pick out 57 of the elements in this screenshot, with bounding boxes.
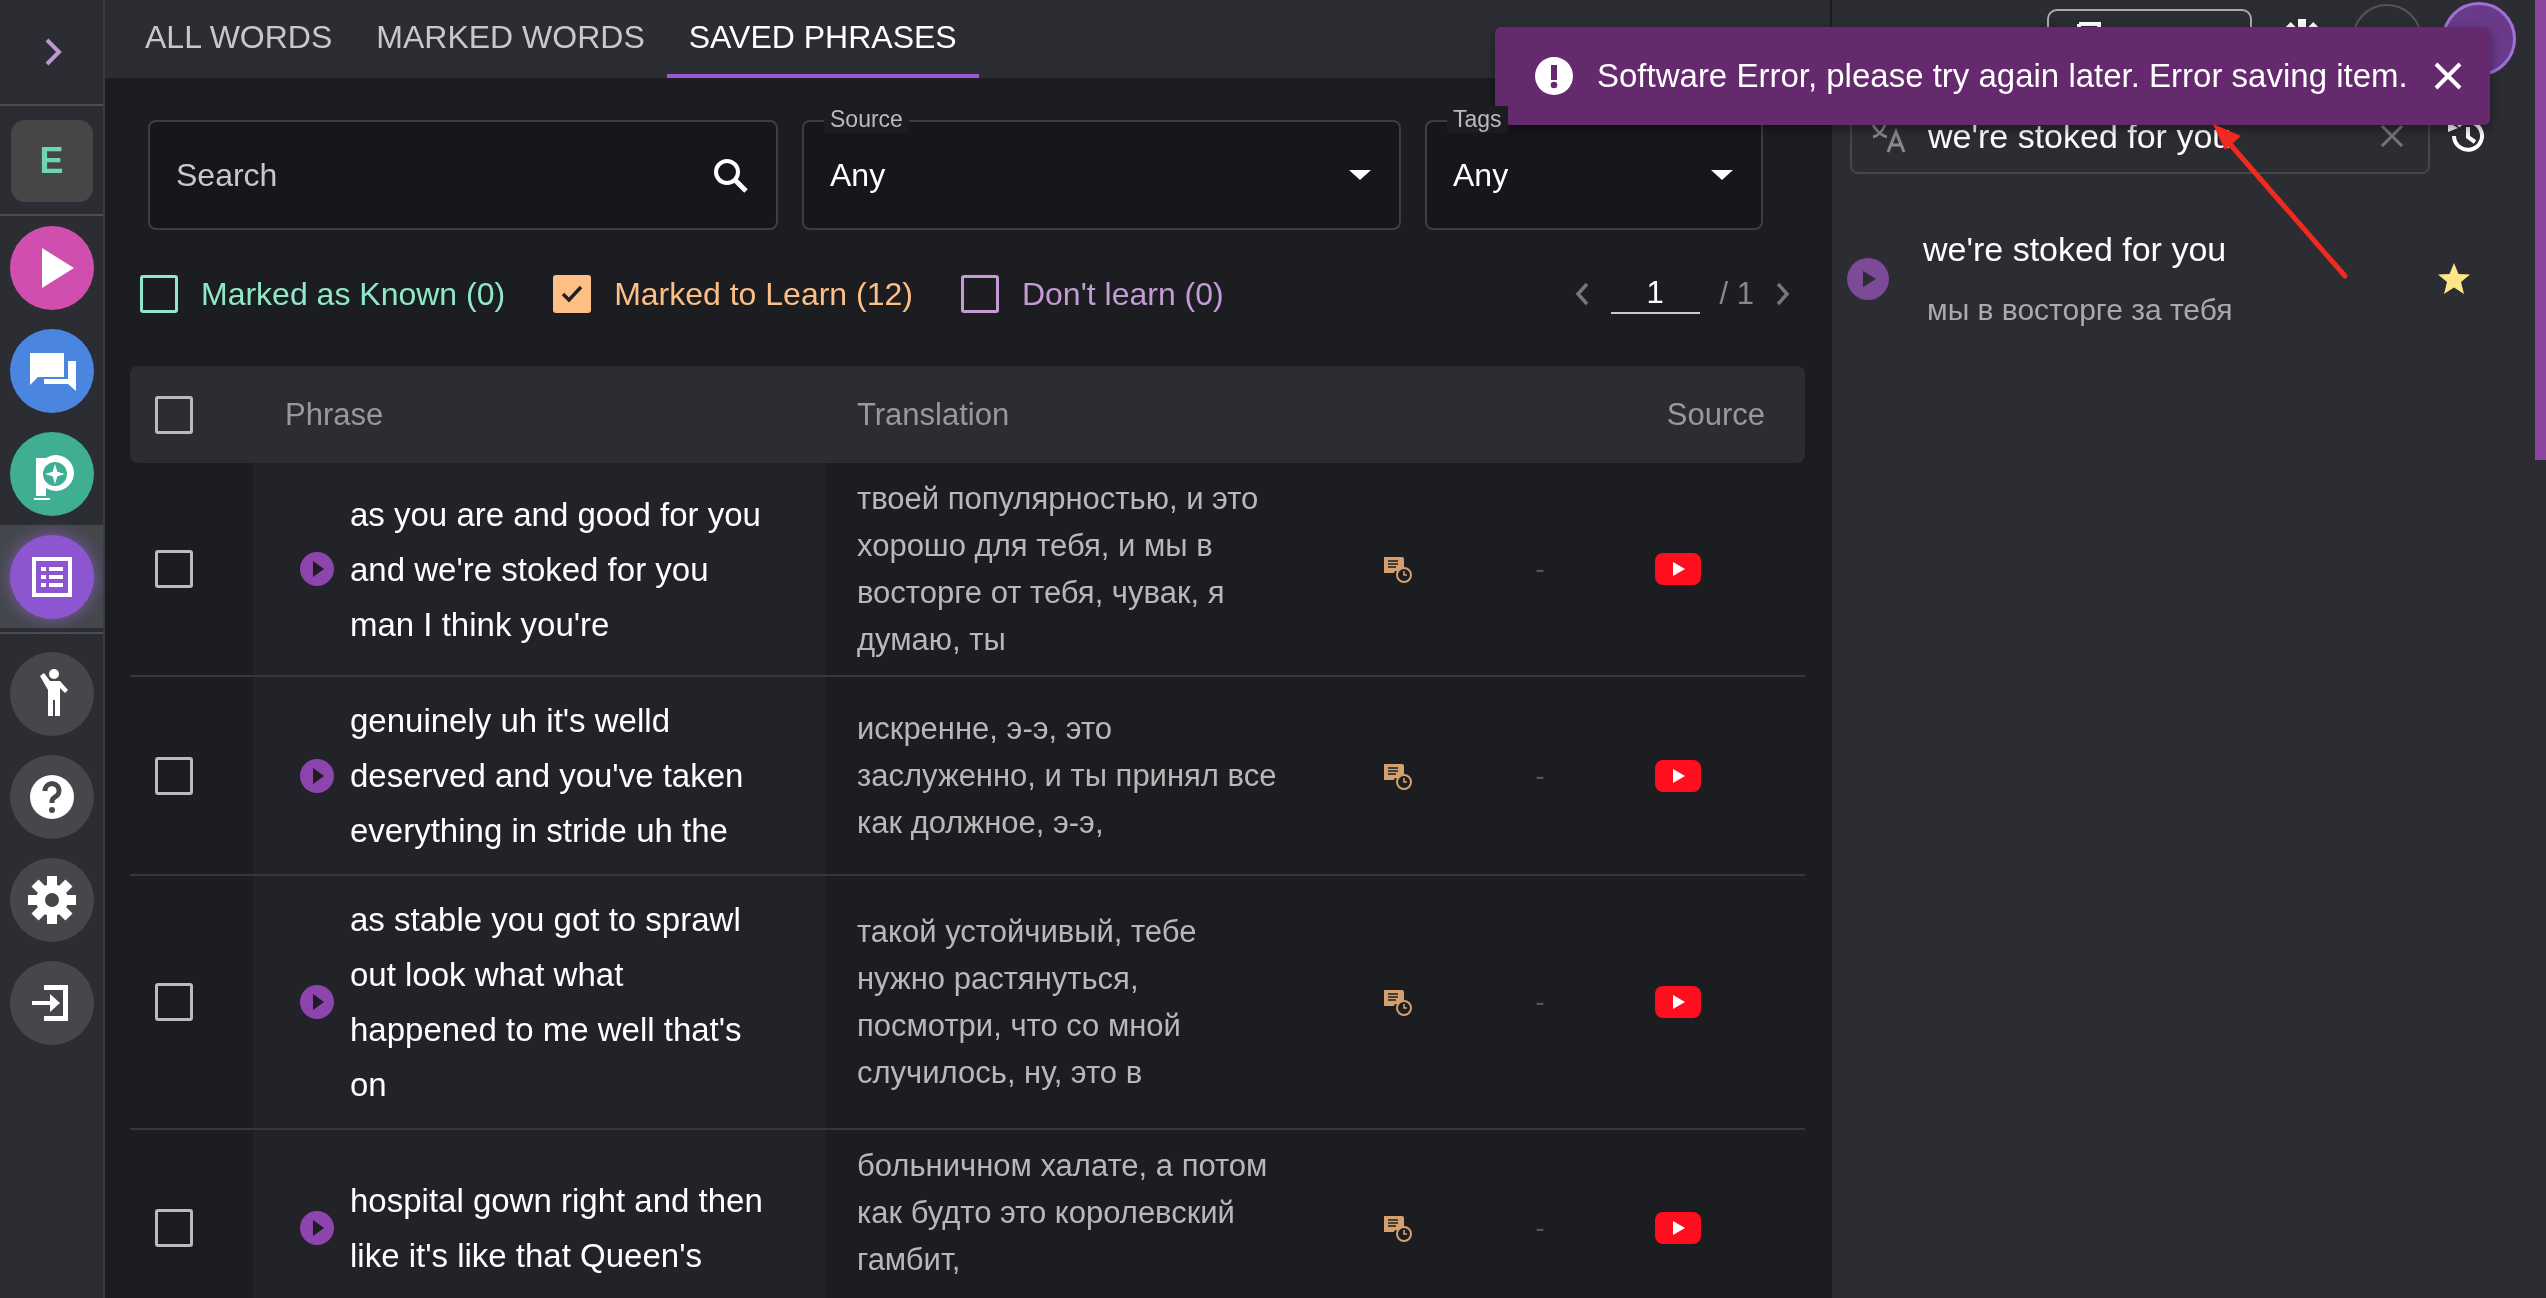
play-icon[interactable]: [299, 757, 335, 794]
select-value: Any: [1453, 156, 1509, 194]
error-message: Software Error, please try again later. Error saving item.: [1597, 57, 2408, 95]
checkbox[interactable]: [553, 275, 592, 313]
checkbox[interactable]: [155, 1208, 193, 1247]
play-icon[interactable]: [299, 1209, 335, 1246]
column-header: Translation: [857, 396, 1011, 433]
phrase-text: as you are and good for you and we're stoked for you man I think you're: [350, 494, 762, 645]
phrase-text: genuinely uh it's welld deserved and you've taken everything in stride uh the: [350, 701, 745, 851]
filter-label: Marked as Known (0): [201, 275, 506, 313]
video-source-icon[interactable]: [1654, 759, 1701, 792]
tab[interactable]: MARKED WORDS: [354, 0, 667, 78]
status-text: -: [1534, 986, 1546, 1018]
select-value: Any: [830, 156, 886, 194]
play-icon[interactable]: [299, 551, 335, 587]
nav-button[interactable]: [9, 534, 94, 619]
search-icon: [712, 157, 748, 193]
video-source-icon[interactable]: [1654, 986, 1701, 1018]
video-source-icon[interactable]: [1654, 1211, 1701, 1244]
clear-icon[interactable]: [2378, 122, 2406, 150]
phrase-text: as stable you got to sprawl out look what what happened to me well that's on: [350, 900, 743, 1105]
column-header: Phrase: [285, 396, 385, 433]
status-text: -: [1534, 553, 1546, 585]
checkbox[interactable]: [155, 756, 193, 795]
translation-text: искренне, э-э, это заслуженно, и ты принял все как должное, э-э,: [857, 710, 1277, 842]
translation-text: больничном халате, а потом как будто это королевский гамбит,: [857, 1147, 1269, 1279]
checkbox[interactable]: [140, 275, 178, 313]
tab[interactable]: SAVED PHRASES: [666, 0, 979, 78]
translation-text: мы в восторге за тебя: [1926, 293, 2234, 327]
phrase-text: we're stoked for you: [1923, 230, 2228, 269]
column-header: Source: [1666, 396, 1765, 433]
page-input[interactable]: 1: [1610, 274, 1700, 314]
scrollbar[interactable]: [2535, 0, 2546, 460]
next-icon[interactable]: [1774, 281, 1792, 307]
status-text: -: [1534, 1211, 1546, 1244]
play-icon[interactable]: [299, 984, 335, 1020]
checkbox[interactable]: [155, 550, 193, 588]
close-icon[interactable]: [2432, 60, 2464, 92]
settings-icon: [25, 873, 78, 926]
field-label: Tags: [1447, 106, 1508, 133]
book-clock-icon[interactable]: [1382, 987, 1413, 1017]
book-clock-icon[interactable]: [1382, 554, 1413, 584]
checkbox[interactable]: [155, 395, 193, 434]
status-text: -: [1534, 759, 1546, 792]
profile-button[interactable]: E: [10, 120, 93, 202]
video-source-icon[interactable]: [1654, 553, 1701, 585]
tab[interactable]: ALL WORDS: [123, 0, 355, 78]
filter-label: Marked to Learn (12): [614, 275, 913, 313]
search-field[interactable]: Search: [148, 120, 778, 230]
checkbox[interactable]: [155, 983, 193, 1021]
phrase-text: hospital gown right and then like it's like that Queen's: [350, 1180, 764, 1276]
translation-text: такой устойчивый, тебе нужно растянуться, посмотри, что со мной случилось, ну, это в: [857, 913, 1198, 1092]
filter-label: Don't learn (0): [1021, 275, 1224, 313]
checkbox[interactable]: [960, 275, 999, 313]
translation-text: твоей популярностью, и это хорошо для тебя, и мы в восторге от тебя, чувак, я думаю, ты: [857, 480, 1260, 659]
page-total: / 1: [1719, 276, 1754, 312]
alert-icon: [1535, 57, 1573, 95]
